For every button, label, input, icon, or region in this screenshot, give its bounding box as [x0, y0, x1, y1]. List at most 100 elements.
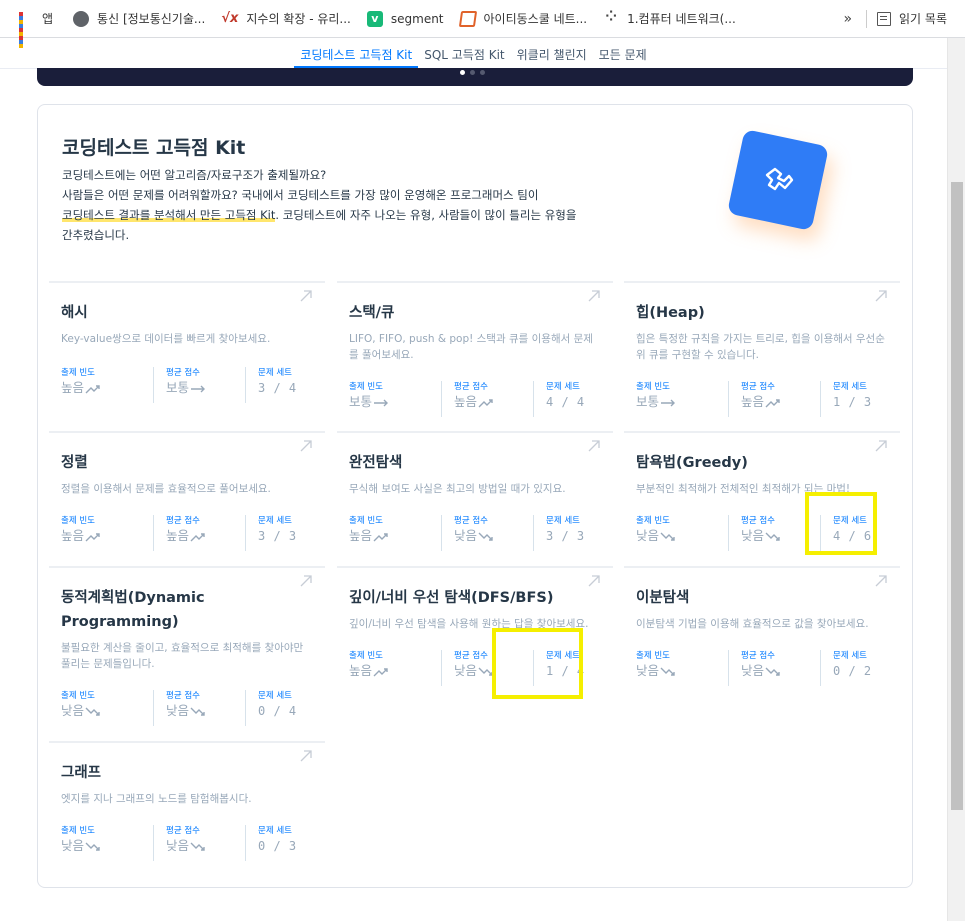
kit-desc-line: 사람들은 어떤 문제를 어려워할까요? 국내에서 코딩테스트를 가장 많이 운영… [62, 188, 539, 202]
more-bookmarks-button[interactable]: » [843, 11, 852, 27]
stat-label: 출제 빈도 [636, 651, 670, 661]
tab-sql-kit[interactable]: SQL 고득점 Kit [418, 38, 510, 68]
highlight-box [492, 628, 583, 699]
category-stats: 출제 빈도 보통 평균 점수 높음 문제 세트 4 / 4 [349, 381, 625, 417]
score-value: 낮음 [166, 838, 190, 853]
trend-down-icon [660, 667, 675, 676]
scrollbar[interactable] [947, 38, 965, 921]
category-stats: 출제 빈도 보통 평균 점수 높음 문제 세트 1 / 3 [636, 381, 912, 417]
stat-label: 평균 점수 [454, 382, 488, 392]
stat-label: 문제 세트 [258, 368, 292, 378]
tab-all-problems[interactable]: 모든 문제 [593, 38, 653, 68]
category-name: 완전탐색 [349, 455, 403, 471]
problem-set-value: 1 / 3 [833, 395, 872, 409]
trend-up-icon [373, 532, 388, 541]
reading-list-button[interactable]: 읽기 목록 [899, 10, 947, 27]
frequency-value: 낮음 [61, 703, 85, 718]
tab-coding-test-kit[interactable]: 코딩테스트 고득점 Kit [294, 38, 419, 68]
score-value: 낮음 [454, 663, 478, 678]
trend-down-icon [478, 532, 493, 541]
stat-value: 높음 [61, 379, 153, 397]
external-arrow-icon [875, 290, 887, 302]
category-name: 힙(Heap) [636, 305, 705, 321]
category-card[interactable]: 완전탐색 무식해 보여도 사실은 최고의 방법일 때가 있지요. 출제 빈도 높음 평균… [337, 431, 613, 551]
category-stats: 출제 빈도 낮음 평균 점수 낮음 문제 세트 0 / 2 [636, 650, 912, 686]
carousel-dot[interactable] [470, 70, 475, 75]
category-stats: 출제 빈도 높음 평균 점수 낮음 문제 세트 3 / 3 [349, 515, 625, 551]
stat-value: 보통 [636, 393, 728, 411]
bookmark-item[interactable]: 통신 [정보통신기술... [59, 0, 211, 37]
stat-score: 평균 점수 높음 [728, 381, 820, 417]
bookmark-label: 아이티동스쿨 네트... [483, 12, 588, 26]
stat-score: 평균 점수 낮음 [728, 650, 820, 686]
category-desc: 이분탐색 기법을 이용해 효율적으로 값을 찾아보세요. [636, 618, 869, 630]
external-arrow-icon [875, 575, 887, 587]
bookmark-apps[interactable]: 앱 [0, 0, 59, 48]
problem-set-value: 0 / 2 [833, 664, 872, 678]
stat-value: 낮음 [741, 662, 820, 680]
external-arrow-icon [300, 750, 312, 762]
velog-icon: v [366, 10, 383, 27]
category-card[interactable]: 이분탐색 이분탐색 기법을 이용해 효율적으로 값을 찾아보세요. 출제 빈도 낮음 평… [624, 566, 900, 686]
carousel-dot[interactable] [460, 70, 465, 75]
bookmark-item[interactable]: 아이티동스쿨 네트... [450, 0, 594, 37]
stat-label: 출제 빈도 [349, 651, 383, 661]
stat-frequency: 출제 빈도 낮음 [61, 690, 153, 726]
category-desc: 무식해 보여도 사실은 최고의 방법일 때가 있지요. [349, 483, 566, 495]
trend-down-icon [85, 707, 100, 716]
stat-label: 출제 빈도 [61, 516, 95, 526]
bookmark-item[interactable]: v segment [357, 0, 450, 37]
stat-value: 높음 [349, 662, 441, 680]
stat-label: 평균 점수 [166, 516, 200, 526]
category-desc: LIFO, FIFO, push & pop! 스택과 큐를 이용해서 문제를 … [349, 333, 593, 361]
problem-set-value: 0 / 4 [258, 704, 297, 718]
trend-up-icon [478, 398, 493, 407]
stat-value: 낮음 [454, 527, 533, 545]
score-value: 낮음 [166, 703, 190, 718]
stat-value: 보통 [349, 393, 441, 411]
kit-desc-text: . 코딩테스트에 자주 나오는 유형, 사람들이 많이 틀리는 유형을 [275, 208, 577, 222]
category-card[interactable]: 해시 Key-value쌍으로 데이터를 빠르게 찾아보세요. 출제 빈도 높음 평균 … [49, 281, 325, 403]
external-arrow-icon [588, 290, 600, 302]
external-arrow-icon [588, 440, 600, 452]
problem-set-value: 4 / 4 [546, 395, 585, 409]
kit-desc-line: 코딩테스트에는 어떤 알고리즘/자료구조가 출제될까요? [62, 168, 327, 182]
carousel-dot[interactable] [480, 70, 485, 75]
stat-frequency: 출제 빈도 높음 [349, 650, 441, 686]
stat-label: 평균 점수 [741, 651, 775, 661]
kit-logo-icon [726, 128, 830, 232]
stat-value: 높음 [349, 527, 441, 545]
stat-score: 평균 점수 낮음 [153, 825, 245, 861]
bookmark-label: 1.컴퓨터 네트워크(... [627, 12, 736, 26]
kit-desc-line: 간추렸습니다. [62, 228, 130, 242]
kit-tabs: 코딩테스트 고득점 Kit SQL 고득점 Kit 위클리 챌린지 모든 문제 [0, 38, 947, 68]
scrollbar-thumb[interactable] [951, 182, 963, 810]
carousel-dots [460, 70, 485, 75]
stat-label: 출제 빈도 [61, 368, 95, 378]
stat-label: 출제 빈도 [636, 382, 670, 392]
category-desc: 불필요한 계산을 줄이고, 효율적으로 최적해를 찾아야만 풀리는 문제들입니다… [61, 642, 304, 670]
category-card[interactable]: 탐욕법(Greedy) 부분적인 최적해가 전체적인 최적해가 되는 마법! 출제 … [624, 431, 900, 551]
category-stats: 출제 빈도 높음 평균 점수 보통 문제 세트 3 / 4 [61, 367, 337, 403]
stat-value: 보통 [166, 379, 245, 397]
bookmark-label: 통신 [정보통신기술... [97, 12, 206, 26]
bookmark-item[interactable]: √x 지수의 확장 - 유리... [211, 0, 357, 37]
category-card[interactable]: 깊이/너비 우선 탐색(DFS/BFS) 깊이/너비 우선 탐색을 사용해 원하는… [337, 566, 613, 686]
external-arrow-icon [300, 290, 312, 302]
category-card[interactable]: 정렬 정렬을 이용해서 문제를 효율적으로 풀어보세요. 출제 빈도 높음 평균 점수 높… [49, 431, 325, 551]
bookmark-item[interactable]: ⁘ 1.컴퓨터 네트워크(... [593, 0, 742, 37]
category-card[interactable]: 그래프 엣지를 지나 그래프의 노드를 탐험해봅시다. 출제 빈도 낮음 평균 점수 낮음… [49, 741, 325, 861]
stat-label: 문제 세트 [258, 691, 292, 701]
category-name: 탐욕법(Greedy) [636, 455, 748, 471]
trend-down-icon [660, 532, 675, 541]
category-card[interactable]: 힙(Heap) 힙은 특정한 규칙을 가지는 트리로, 힙을 이용해서 우선순위 … [624, 281, 900, 417]
stat-score: 평균 점수 낮음 [441, 515, 533, 551]
trend-down-icon [190, 842, 205, 851]
frequency-value: 낮음 [61, 838, 85, 853]
bookmarks-bar: 앱 통신 [정보통신기술... √x 지수의 확장 - 유리... v segm… [0, 0, 965, 48]
dots-icon: ⁘ [605, 8, 617, 25]
category-card[interactable]: 스택/큐 LIFO, FIFO, push & pop! 스택과 큐를 이용해서 … [337, 281, 613, 417]
tab-weekly-challenge[interactable]: 위클리 챌린지 [511, 38, 593, 68]
category-card[interactable]: 동적계획법(Dynamic Programming) 불필요한 계산을 줄이고, … [49, 566, 325, 726]
stat-value: 높음 [166, 527, 245, 545]
